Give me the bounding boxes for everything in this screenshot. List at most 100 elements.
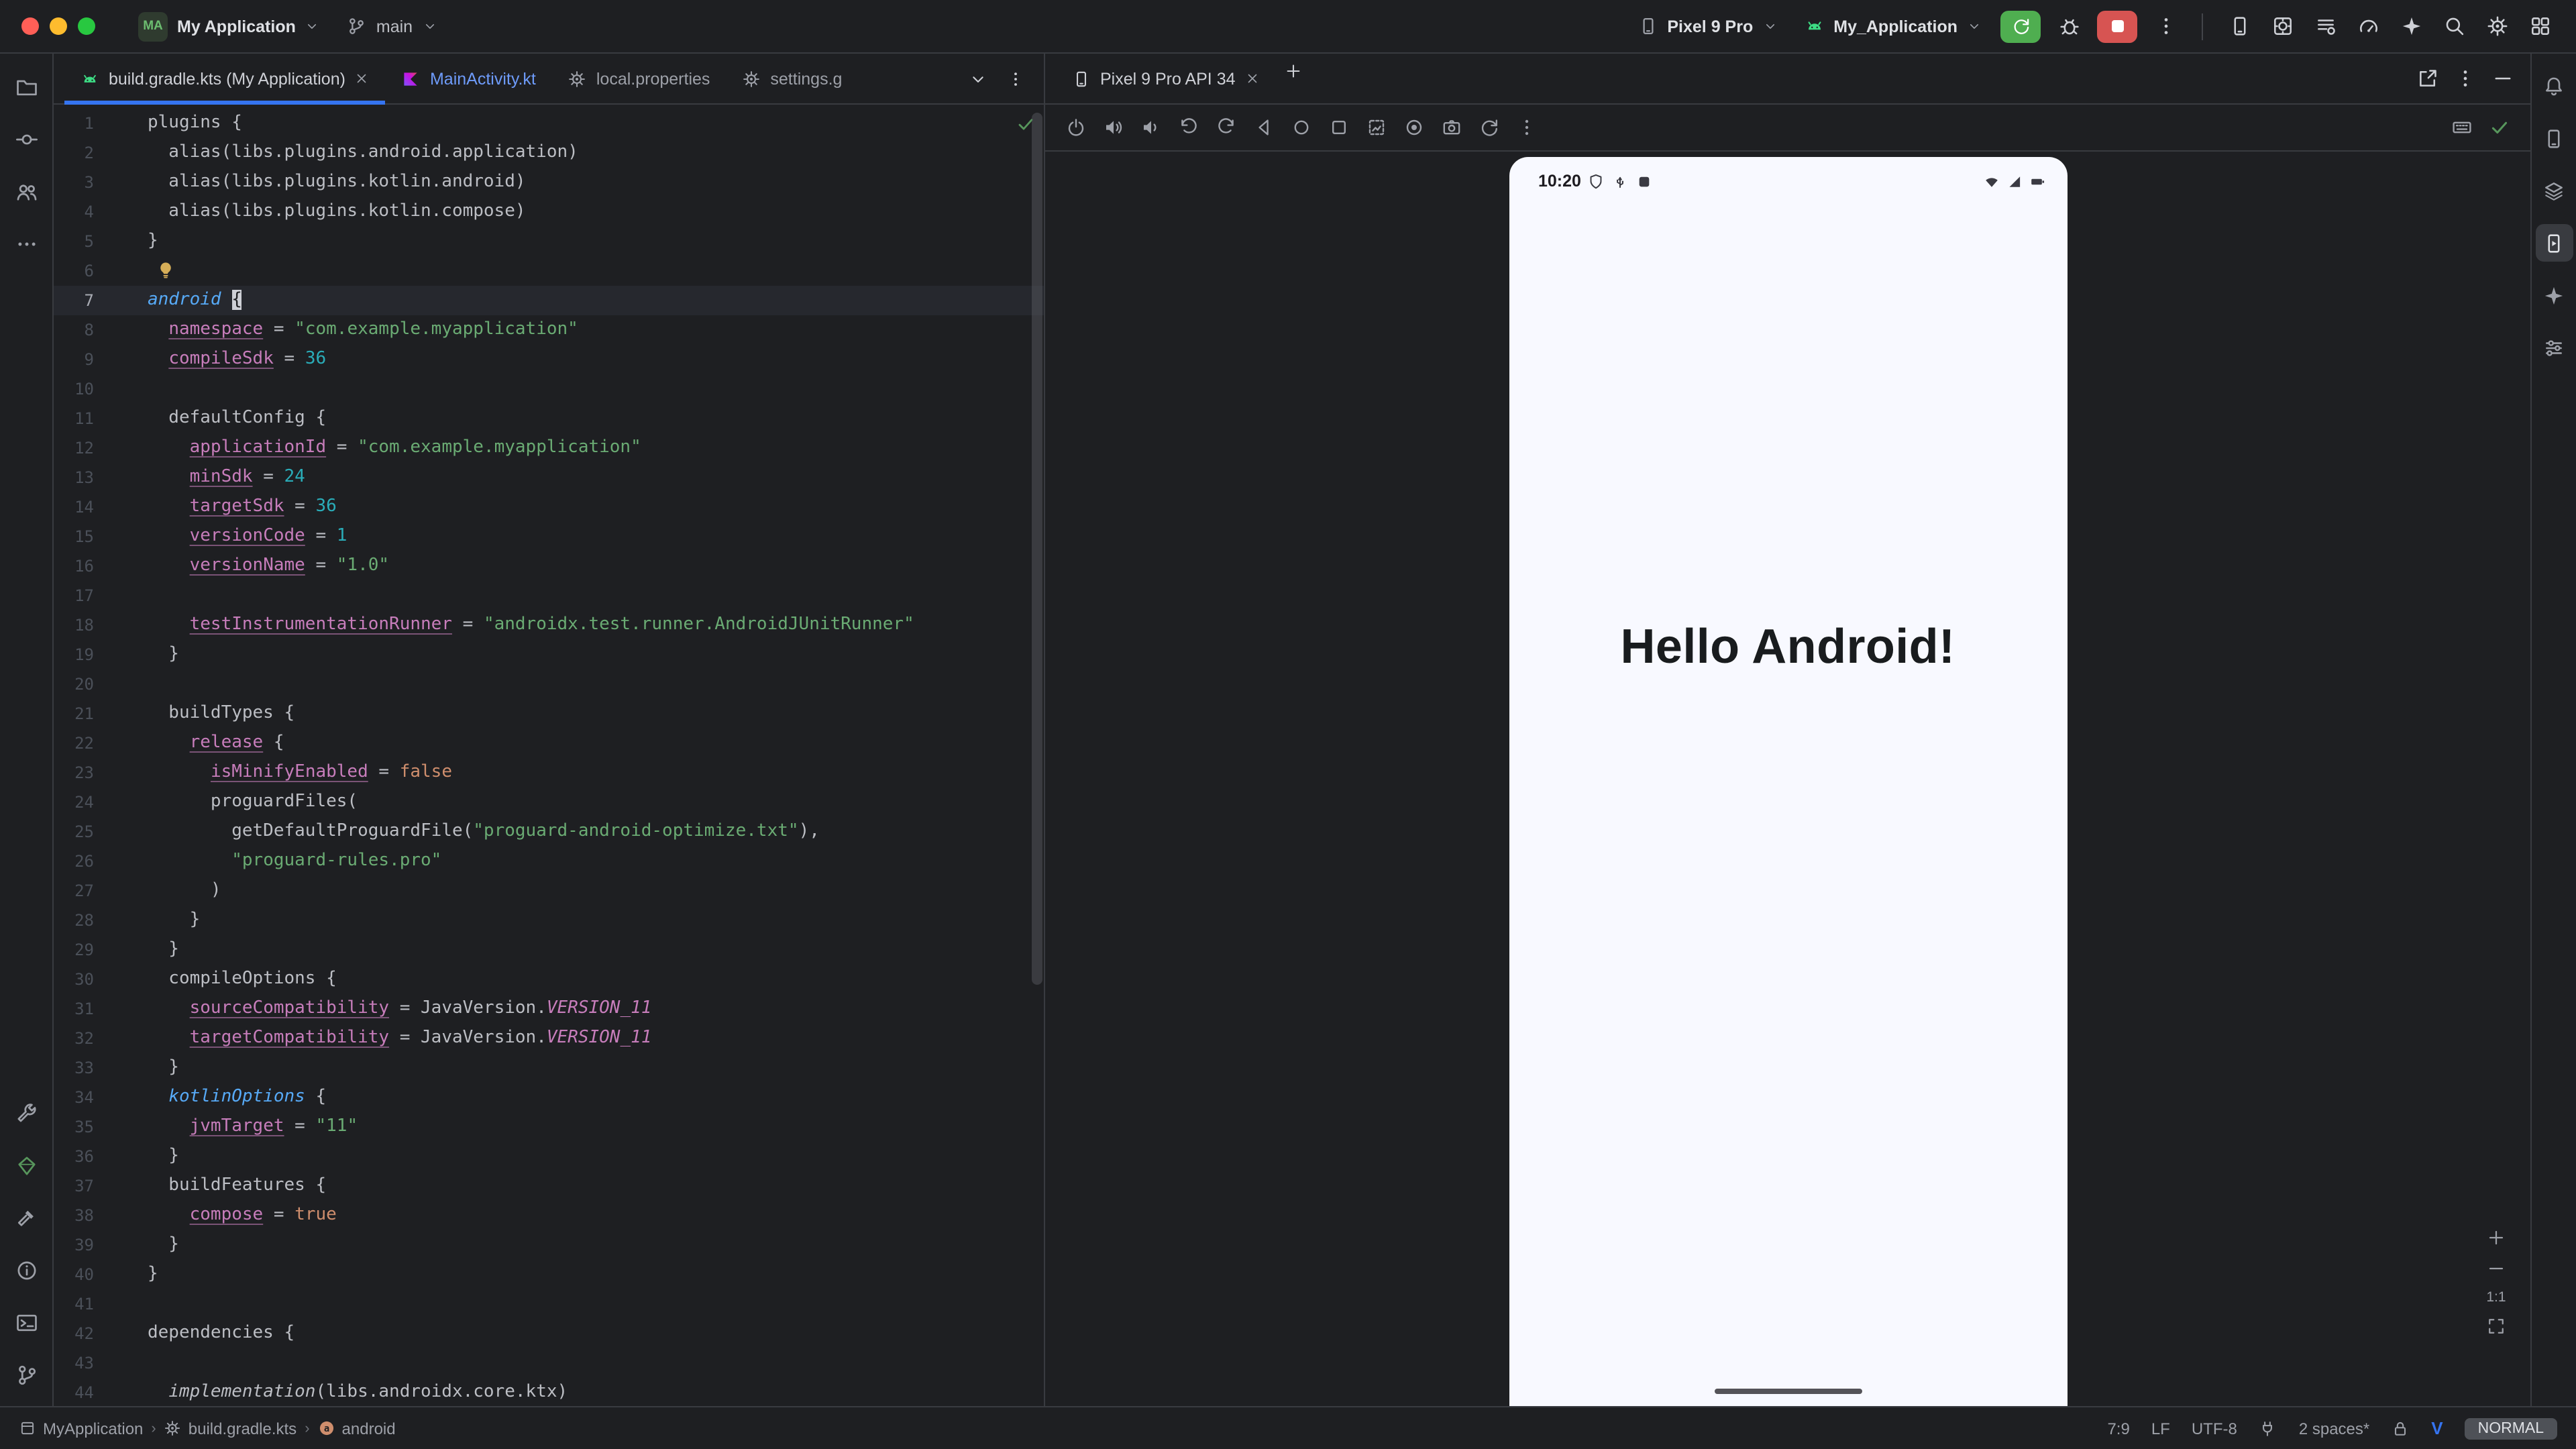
line-number[interactable]: 44 xyxy=(54,1378,94,1406)
line-number[interactable]: 43 xyxy=(54,1348,94,1378)
hide-panel-button[interactable] xyxy=(2485,61,2520,96)
intention-bulb-icon[interactable] xyxy=(156,260,176,280)
zoom-in-button[interactable] xyxy=(2486,1228,2506,1248)
close-tab-icon[interactable] xyxy=(1245,71,1260,86)
search-everywhere-button[interactable] xyxy=(2436,9,2471,44)
settings-button[interactable] xyxy=(2479,9,2514,44)
line-separator-widget[interactable]: LF xyxy=(2151,1419,2170,1438)
code-line-31[interactable]: 31 sourceCompatibility = JavaVersion.VER… xyxy=(54,994,1044,1024)
code-line-35[interactable]: 35 jvmTarget = "11" xyxy=(54,1112,1044,1142)
project-widget[interactable]: MA My Application xyxy=(130,6,328,46)
line-number[interactable]: 25 xyxy=(54,817,94,847)
layout-inspector-button[interactable] xyxy=(2265,9,2300,44)
line-number[interactable]: 24 xyxy=(54,788,94,817)
editor-tab-local-properties[interactable]: local.properties xyxy=(552,54,727,103)
run-configuration-selector[interactable]: My_Application xyxy=(1796,11,1990,42)
code-line-28[interactable]: 28 } xyxy=(54,906,1044,935)
code-line-33[interactable]: 33 } xyxy=(54,1053,1044,1083)
tab-options-button[interactable] xyxy=(998,61,1033,96)
branch-widget[interactable]: main xyxy=(339,11,445,42)
line-number[interactable]: 28 xyxy=(54,906,94,935)
pull-requests-button[interactable] xyxy=(6,172,46,212)
line-number[interactable]: 14 xyxy=(54,492,94,522)
app-quality-insights-button[interactable] xyxy=(6,1146,46,1186)
code-line-34[interactable]: 34 kotlinOptions { xyxy=(54,1083,1044,1112)
line-number[interactable]: 12 xyxy=(54,433,94,463)
line-number[interactable]: 40 xyxy=(54,1260,94,1289)
more-actions-button[interactable] xyxy=(1509,110,1544,145)
code-line-36[interactable]: 36 } xyxy=(54,1142,1044,1171)
running-devices-button[interactable] xyxy=(2535,224,2573,262)
device-selector[interactable]: Pixel 9 Pro xyxy=(1629,11,1785,42)
code-line-26[interactable]: 26 "proguard-rules.pro" xyxy=(54,847,1044,876)
code-line-9[interactable]: 9 compileSdk = 36 xyxy=(54,345,1044,374)
code-line-12[interactable]: 12 applicationId = "com.example.myapplic… xyxy=(54,433,1044,463)
profiler-button[interactable] xyxy=(2351,9,2385,44)
more-tools-button[interactable] xyxy=(2522,9,2557,44)
breadcrumb-build-gradle-kts[interactable]: build.gradle.kts xyxy=(164,1419,297,1438)
gemini-button[interactable] xyxy=(2535,276,2573,314)
power-button[interactable] xyxy=(1059,110,1093,145)
code-line-10[interactable]: 10 xyxy=(54,374,1044,404)
read-lock-icon[interactable] xyxy=(2391,1419,2410,1438)
open-in-window-button[interactable] xyxy=(2410,61,2445,96)
code-line-1[interactable]: 1plugins { xyxy=(54,109,1044,138)
line-number[interactable]: 20 xyxy=(54,669,94,699)
line-number[interactable]: 10 xyxy=(54,374,94,404)
stop-button[interactable] xyxy=(2097,10,2137,42)
code-line-18[interactable]: 18 testInstrumentationRunner = "androidx… xyxy=(54,610,1044,640)
line-number[interactable]: 23 xyxy=(54,758,94,788)
code-line-24[interactable]: 24 proguardFiles( xyxy=(54,788,1044,817)
back-button[interactable] xyxy=(1246,110,1281,145)
zoom-fit-button[interactable] xyxy=(2486,1316,2506,1336)
emulator-screen[interactable]: 10:20 Hello Android! xyxy=(1509,157,2067,1406)
line-number[interactable]: 38 xyxy=(54,1201,94,1230)
ideavim-widget[interactable]: V xyxy=(2431,1418,2443,1438)
build-tools-button[interactable] xyxy=(6,1093,46,1134)
code-line-27[interactable]: 27 ) xyxy=(54,876,1044,906)
code-line-23[interactable]: 23 isMinifyEnabled = false xyxy=(54,758,1044,788)
version-control-button[interactable] xyxy=(6,1355,46,1395)
line-number[interactable]: 1 xyxy=(54,109,94,138)
running-devices-button[interactable] xyxy=(2222,9,2257,44)
code-line-3[interactable]: 3 alias(libs.plugins.kotlin.android) xyxy=(54,168,1044,197)
run-options-button[interactable] xyxy=(2148,9,2183,44)
code-line-2[interactable]: 2 alias(libs.plugins.android.application… xyxy=(54,138,1044,168)
project-button[interactable] xyxy=(6,67,46,107)
home-button[interactable] xyxy=(1284,110,1319,145)
line-number[interactable]: 11 xyxy=(54,404,94,433)
code-line-16[interactable]: 16 versionName = "1.0" xyxy=(54,551,1044,581)
screenshot-button[interactable] xyxy=(1359,110,1394,145)
gesture-navigation-bar[interactable] xyxy=(1714,1389,1862,1394)
code-line-40[interactable]: 40} xyxy=(54,1260,1044,1289)
line-number[interactable]: 21 xyxy=(54,699,94,729)
line-number[interactable]: 17 xyxy=(54,581,94,610)
code-editor[interactable]: 1plugins {2 alias(libs.plugins.android.a… xyxy=(54,105,1044,1406)
more-tool-windows-button[interactable] xyxy=(6,224,46,264)
line-number[interactable]: 41 xyxy=(54,1289,94,1319)
rerun-button[interactable] xyxy=(2000,10,2041,42)
volume-up-button[interactable] xyxy=(1096,110,1131,145)
code-line-8[interactable]: 8 namespace = "com.example.myapplication… xyxy=(54,315,1044,345)
logcat-button[interactable] xyxy=(2308,9,2343,44)
line-number[interactable]: 13 xyxy=(54,463,94,492)
code-line-4[interactable]: 4 alias(libs.plugins.kotlin.compose) xyxy=(54,197,1044,227)
code-line-11[interactable]: 11 defaultConfig { xyxy=(54,404,1044,433)
recents-button[interactable] xyxy=(1322,110,1356,145)
close-window-button[interactable] xyxy=(21,17,39,35)
code-line-22[interactable]: 22 release { xyxy=(54,729,1044,758)
code-line-42[interactable]: 42dependencies { xyxy=(54,1319,1044,1348)
editor-tab-build-gradle-kts-my-application[interactable]: build.gradle.kts (My Application) xyxy=(64,54,386,103)
power-plug-icon[interactable] xyxy=(2259,1419,2277,1438)
gemini-button[interactable] xyxy=(2394,9,2428,44)
build-variants-button[interactable] xyxy=(2535,329,2573,366)
line-number[interactable]: 18 xyxy=(54,610,94,640)
device-manager-button[interactable] xyxy=(2535,119,2573,157)
screen-record-button[interactable] xyxy=(1397,110,1432,145)
breadcrumb-myapplication[interactable]: MyApplication xyxy=(19,1419,143,1438)
line-number[interactable]: 30 xyxy=(54,965,94,994)
hardware-input-button[interactable] xyxy=(2445,110,2479,145)
restart-device-button[interactable] xyxy=(1472,110,1507,145)
line-number[interactable]: 22 xyxy=(54,729,94,758)
vim-mode-widget[interactable]: NORMAL xyxy=(2465,1417,2557,1439)
